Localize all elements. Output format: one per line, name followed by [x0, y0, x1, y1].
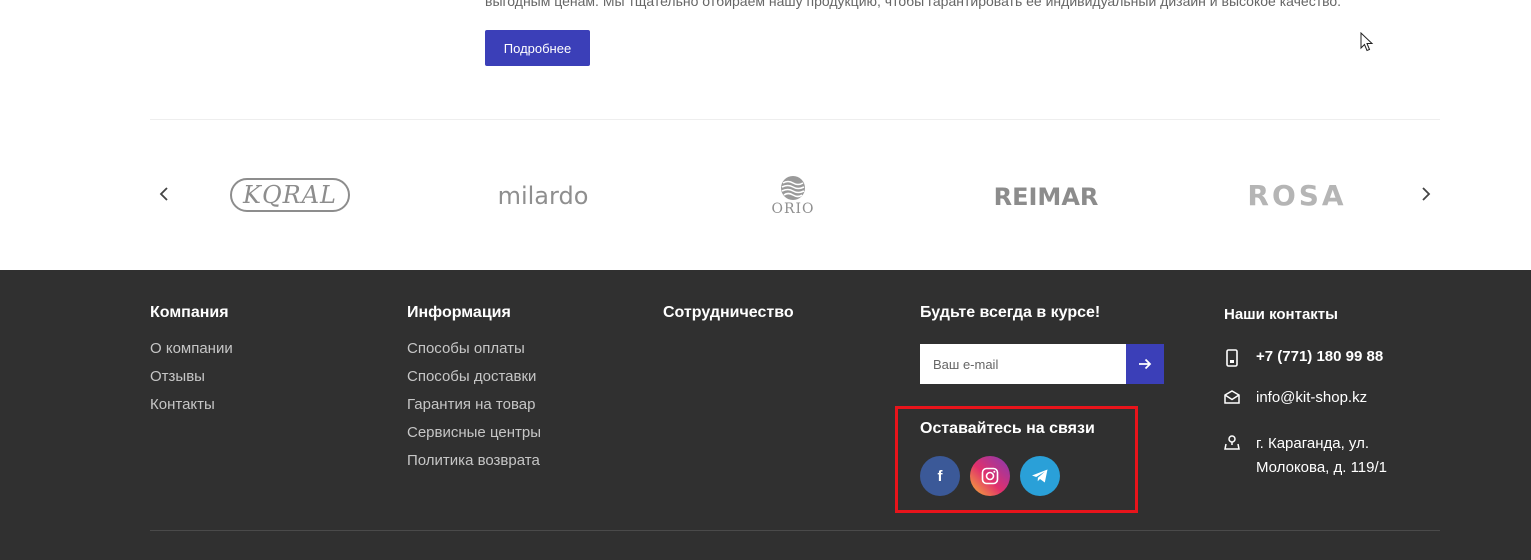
contact-address-line1: г. Караганда, ул. [1256, 435, 1370, 452]
footer-subscribe-title: Будьте всегда в курсе! [920, 304, 1101, 321]
brand-logo-text: ROSA [1247, 178, 1347, 212]
brand-logo-reimar[interactable]: REIMAR [984, 180, 1108, 214]
section-divider [150, 119, 1440, 120]
footer-info-title: Информация [407, 304, 511, 321]
footer-link-warranty[interactable]: Гарантия на товар [407, 396, 535, 413]
footer-link-returns[interactable]: Политика возврата [407, 452, 540, 469]
brand-logo-milardo[interactable]: milardo [490, 178, 596, 214]
newsletter-email-input[interactable] [920, 344, 1126, 384]
chevron-right-icon [1422, 187, 1431, 201]
brand-logo-rosa[interactable]: ROSA [1234, 176, 1360, 214]
instagram-icon [981, 467, 999, 485]
footer-social-title: Оставайтесь на связи [920, 420, 1095, 437]
footer-link-about[interactable]: О компании [150, 340, 233, 357]
mail-icon [1223, 388, 1241, 406]
footer-link-delivery[interactable]: Способы доставки [407, 368, 536, 385]
footer-partners-title[interactable]: Сотрудничество [663, 304, 794, 322]
footer-link-service-centers[interactable]: Сервисные центры [407, 424, 541, 441]
carousel-next-button[interactable] [1414, 182, 1438, 206]
contact-address: г. Караганда, ул. Молокова, д. 119/1 [1256, 432, 1387, 480]
contact-phone[interactable]: +7 (771) 180 99 88 [1256, 345, 1383, 369]
map-pin-icon [1223, 433, 1241, 451]
telegram-icon [1032, 469, 1048, 483]
footer-link-contacts[interactable]: Контакты [150, 396, 215, 413]
footer-divider [150, 530, 1440, 531]
footer-link-reviews[interactable]: Отзывы [150, 368, 205, 385]
site-footer: Компания О компании Отзывы Контакты Инфо… [0, 270, 1531, 560]
footer-contacts-title: Наши контакты [1224, 306, 1338, 323]
about-section: выгодным ценам. Мы тщательно отбираем на… [0, 0, 1531, 270]
brand-logo-orio[interactable]: ORIO [762, 170, 824, 222]
footer-company-title: Компания [150, 304, 229, 321]
telegram-link[interactable] [1020, 456, 1060, 496]
brand-logo-koral[interactable]: KQRAL [230, 178, 350, 212]
contact-email[interactable]: info@kit-shop.kz [1256, 386, 1367, 410]
phone-icon [1223, 349, 1241, 367]
orio-wave-icon [781, 176, 805, 200]
facebook-link[interactable]: f [920, 456, 960, 496]
brand-logo-text: REIMAR [993, 183, 1099, 211]
arrow-right-icon [1139, 358, 1152, 370]
brand-logo-text: ORIO [771, 201, 815, 217]
chevron-left-icon [159, 187, 168, 201]
footer-link-payment[interactable]: Способы оплаты [407, 340, 525, 357]
newsletter-submit-button[interactable] [1126, 344, 1164, 384]
facebook-icon: f [937, 467, 943, 485]
contact-address-line2: Молокова, д. 119/1 [1256, 459, 1388, 476]
about-text: выгодным ценам. Мы тщательно отбираем на… [485, 0, 1342, 9]
carousel-prev-button[interactable] [152, 182, 176, 206]
brand-logo-text: KQRAL [243, 181, 337, 209]
mouse-cursor-icon [1360, 32, 1374, 52]
instagram-link[interactable] [970, 456, 1010, 496]
brand-logo-text: milardo [497, 182, 589, 210]
more-button[interactable]: Подробнее [485, 30, 590, 66]
